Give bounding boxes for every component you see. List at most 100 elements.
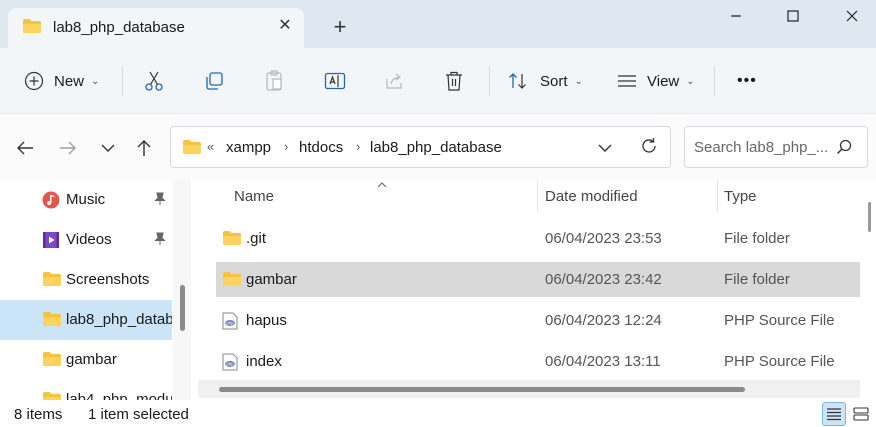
file-type: PHP Source File: [724, 353, 835, 370]
arrow-left-icon: [17, 141, 33, 155]
search-icon[interactable]: [836, 139, 852, 159]
sort-button[interactable]: Sort ⌄: [508, 66, 583, 96]
view-label: View: [647, 72, 680, 90]
videos-icon: [42, 231, 60, 253]
search-box[interactable]: Search lab8_php_...: [684, 126, 868, 168]
arrow-up-icon: [137, 140, 151, 156]
breadcrumb-htdocs[interactable]: htdocs: [299, 139, 343, 156]
breadcrumb-separator[interactable]: ›: [356, 139, 360, 154]
tab-lab8-php-database[interactable]: lab8_php_database ✕: [8, 8, 304, 48]
column-header-type[interactable]: Type: [724, 188, 757, 205]
folder-icon: [182, 139, 202, 159]
overflow-chevron-icon[interactable]: «: [207, 139, 214, 154]
vertical-scrollbar-thumb[interactable]: [868, 202, 871, 232]
breadcrumb-xampp[interactable]: xampp: [226, 139, 271, 156]
new-label: New: [54, 72, 85, 90]
selection-count: 1 item selected: [88, 406, 189, 423]
close-icon: [846, 10, 858, 22]
column-header-date-modified[interactable]: Date modified: [545, 188, 638, 205]
sidebar-item-videos[interactable]: Videos: [0, 220, 172, 260]
title-bar: lab8_php_database ✕ +: [0, 0, 876, 48]
folder-icon: [42, 271, 62, 291]
file-list-horizontal-scrollbar[interactable]: [198, 380, 860, 398]
refresh-icon: [642, 138, 656, 153]
plus-circle-icon: [24, 71, 44, 91]
file-type: File folder: [724, 230, 790, 247]
tiles-view-button[interactable]: [849, 402, 873, 426]
folder-icon: [42, 391, 62, 400]
paste-button[interactable]: [264, 66, 284, 96]
sidebar-item-label: Screenshots: [66, 271, 150, 288]
breadcrumb-separator[interactable]: ›: [284, 139, 288, 154]
recent-locations-button[interactable]: [96, 136, 120, 160]
minimize-button[interactable]: [716, 4, 756, 28]
more-icon: •••: [737, 72, 757, 89]
view-list-icon: [618, 75, 636, 87]
navigation-pane: Music Videos Screenshots lab8_php_databa…: [0, 180, 190, 400]
svg-text:php: php: [226, 362, 234, 367]
file-date: 06/04/2023 12:24: [545, 312, 662, 329]
up-button[interactable]: [132, 136, 156, 160]
chevron-down-icon: ⌄: [686, 75, 695, 87]
svg-text:php: php: [226, 321, 234, 326]
table-row[interactable]: php index 06/04/2023 13:11 PHP Source Fi…: [216, 344, 860, 379]
folder-icon: [42, 351, 62, 371]
column-divider[interactable]: [537, 180, 538, 212]
rename-button[interactable]: [324, 66, 346, 96]
folder-icon: [22, 18, 42, 38]
file-name: hapus: [246, 312, 287, 329]
details-view-icon: [827, 408, 841, 421]
more-options-button[interactable]: •••: [737, 66, 757, 96]
music-icon: [42, 191, 60, 213]
file-list-vertical-scrollbar[interactable]: [861, 180, 876, 400]
new-tab-button[interactable]: +: [328, 16, 352, 40]
address-history-button[interactable]: [598, 140, 612, 157]
sidebar-item-gambar[interactable]: gambar: [0, 340, 172, 380]
maximize-button[interactable]: [773, 4, 813, 28]
copy-button[interactable]: [204, 66, 224, 96]
close-window-button[interactable]: [832, 4, 872, 28]
refresh-button[interactable]: [640, 137, 658, 159]
pin-icon: [154, 192, 166, 209]
chevron-down-icon: [598, 144, 612, 152]
cut-button[interactable]: [144, 66, 164, 96]
delete-button[interactable]: [444, 66, 464, 96]
column-divider[interactable]: [717, 180, 718, 212]
tab-title: lab8_php_database: [53, 19, 185, 36]
sort-icon: [509, 73, 526, 89]
file-type: PHP Source File: [724, 312, 835, 329]
new-button[interactable]: New ⌄: [24, 66, 99, 96]
view-button[interactable]: View ⌄: [617, 66, 695, 96]
php-file-icon: php: [222, 353, 238, 375]
sidebar-item-lab4-php-modu[interactable]: lab4_php_modu: [0, 380, 172, 400]
tab-close-button[interactable]: ✕: [275, 16, 295, 36]
sidebar-item-label: lab8_php_database: [66, 311, 172, 328]
sidebar-item-music[interactable]: Music: [0, 180, 172, 220]
minimize-icon: [731, 15, 741, 17]
details-view-button[interactable]: [822, 402, 846, 426]
divider: [122, 66, 123, 96]
table-row[interactable]: php hapus 06/04/2023 12:24 PHP Source Fi…: [216, 303, 860, 338]
file-date: 06/04/2023 13:11: [545, 353, 661, 370]
table-row[interactable]: .git 06/04/2023 23:53 File folder: [216, 221, 860, 256]
sidebar-item-screenshots[interactable]: Screenshots: [0, 260, 172, 300]
folder-icon: [222, 271, 242, 291]
search-placeholder[interactable]: Search lab8_php_...: [694, 139, 828, 156]
table-row[interactable]: gambar 06/04/2023 23:42 File folder: [216, 262, 860, 297]
status-bar: 8 items 1 item selected: [0, 400, 876, 427]
sidebar-scrollbar-thumb[interactable]: [180, 285, 185, 331]
pin-icon: [154, 232, 166, 249]
sort-ascending-icon: [377, 180, 387, 191]
file-name: .git: [246, 230, 267, 247]
share-button[interactable]: [384, 66, 404, 96]
breadcrumb-lab8-php-database[interactable]: lab8_php_database: [370, 139, 502, 156]
column-header-name[interactable]: Name: [234, 188, 274, 205]
horizontal-scrollbar-thumb[interactable]: [219, 387, 745, 392]
sidebar-item-lab8-php-database[interactable]: lab8_php_database: [0, 300, 172, 340]
back-button[interactable]: [13, 136, 37, 160]
address-bar[interactable]: « xampp › htdocs › lab8_php_database: [170, 126, 671, 168]
forward-button[interactable]: [56, 136, 80, 160]
arrow-right-icon: [60, 141, 76, 155]
sidebar-scrollbar[interactable]: [173, 180, 191, 400]
navigation-bar: « xampp › htdocs › lab8_php_database Sea…: [0, 114, 876, 180]
